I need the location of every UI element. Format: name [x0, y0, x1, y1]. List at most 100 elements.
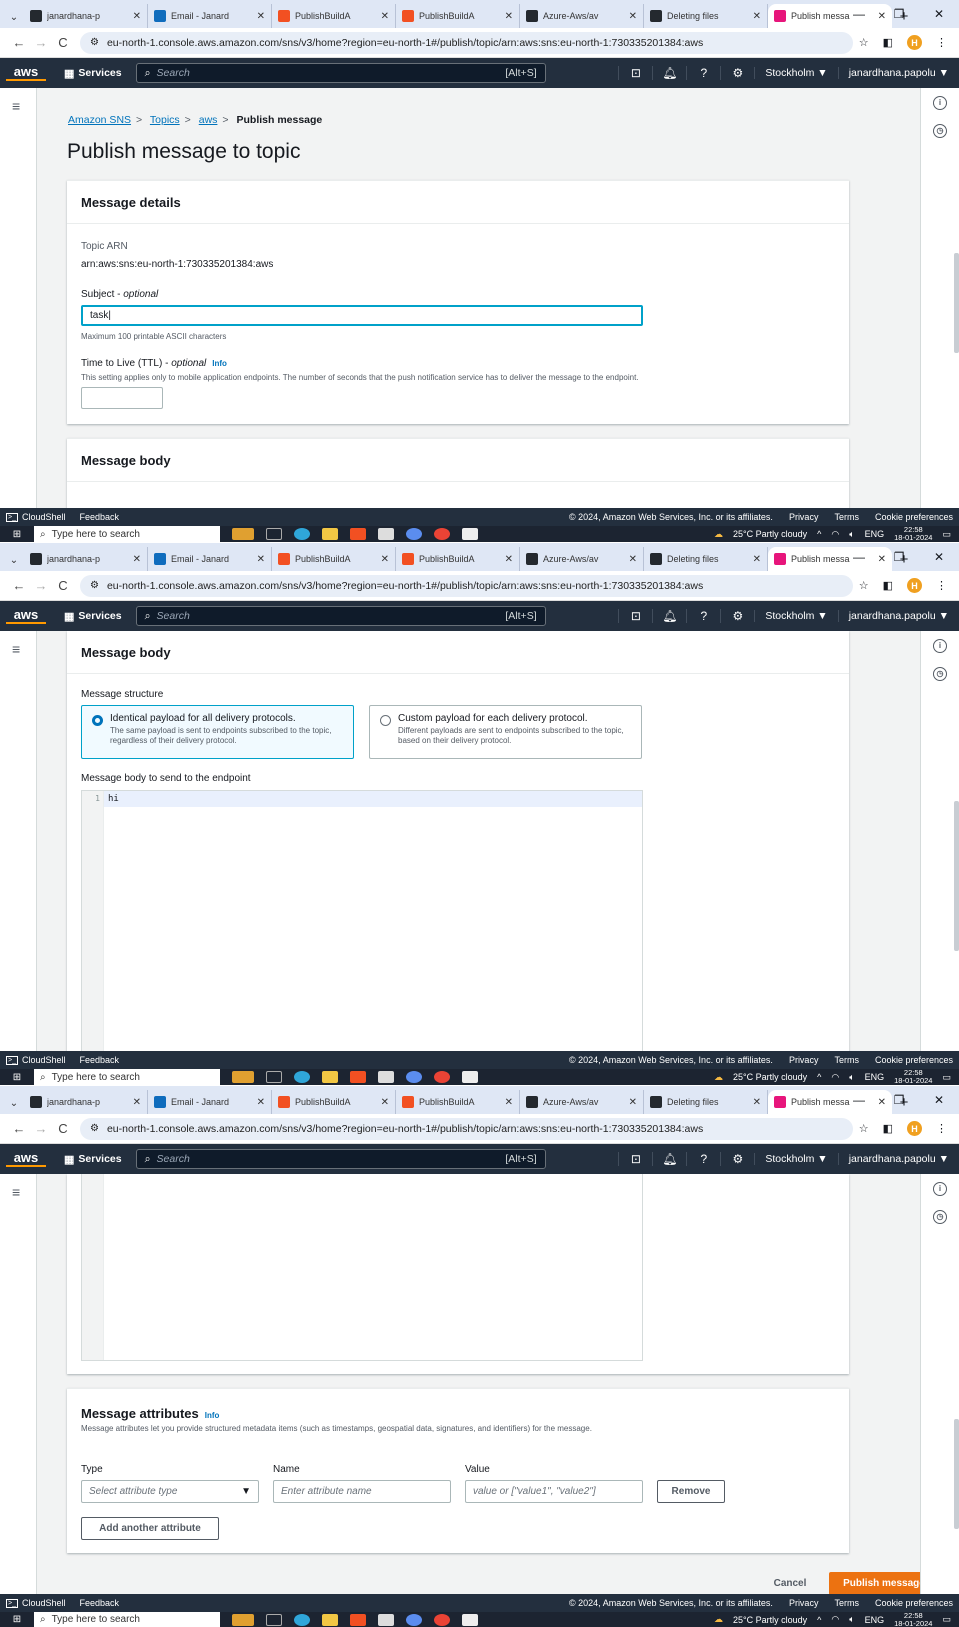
clock[interactable]: 22:58 18-01-2024	[894, 526, 932, 542]
cloudshell-icon[interactable]: ⊡	[618, 1152, 652, 1166]
bookmark-star-icon[interactable]: ☆	[859, 1122, 869, 1135]
hamburger-menu-icon[interactable]: ≡	[12, 1184, 20, 1200]
side-panel-icon[interactable]: ◧	[883, 1122, 893, 1135]
close-tab-icon[interactable]: ✕	[629, 11, 637, 22]
store-icon[interactable]	[350, 528, 366, 540]
minimize-icon[interactable]: —	[839, 0, 879, 28]
minimize-icon[interactable]: —	[839, 543, 879, 571]
network-icon[interactable]: ◠	[831, 529, 839, 540]
windows-start-icon[interactable]: ⊞	[0, 1072, 34, 1083]
info-panel-icon[interactable]: i	[933, 639, 947, 653]
file-explorer-icon[interactable]	[322, 1071, 338, 1083]
browser-tab[interactable]: PublishBuildA ✕	[272, 1090, 396, 1114]
chrome-icon[interactable]	[434, 528, 450, 540]
privacy-link[interactable]: Privacy	[789, 1055, 819, 1065]
store-icon[interactable]	[350, 1071, 366, 1083]
weather-icon[interactable]: ☁	[714, 1072, 723, 1083]
hamburger-menu-icon[interactable]: ≡	[12, 98, 20, 114]
scrollbar-thumb[interactable]	[954, 253, 959, 353]
close-window-icon[interactable]: ✕	[919, 0, 959, 28]
notification-center-icon[interactable]: ▭	[942, 1072, 951, 1083]
services-menu[interactable]: ▦ Services	[56, 610, 130, 623]
attribute-type-select[interactable]: Select attribute type ▼	[81, 1480, 259, 1503]
settings-gear-icon[interactable]: ⚙	[720, 1152, 754, 1166]
minimize-icon[interactable]: —	[839, 1086, 879, 1114]
close-tab-icon[interactable]: ✕	[133, 1097, 141, 1108]
site-info-icon[interactable]: ⚙	[90, 1123, 99, 1134]
services-menu[interactable]: ▦ Services	[56, 1153, 130, 1166]
privacy-link[interactable]: Privacy	[789, 1598, 819, 1608]
clock[interactable]: 22:58 18-01-2024	[894, 1069, 932, 1085]
profile-avatar[interactable]: H	[907, 578, 922, 593]
edge-icon[interactable]	[294, 528, 310, 540]
breadcrumb-topics[interactable]: Topics	[150, 114, 180, 126]
tutorial-icon[interactable]: ◷	[933, 1210, 947, 1224]
task-view-icon[interactable]	[266, 1613, 282, 1626]
close-tab-icon[interactable]: ✕	[505, 554, 513, 565]
help-icon[interactable]: ?	[686, 66, 720, 80]
region-selector[interactable]: Stockholm ▼	[754, 1153, 837, 1165]
clock[interactable]: 22:58 18-01-2024	[894, 1611, 932, 1627]
notifications-icon[interactable]: 🔔︎	[652, 609, 686, 623]
custom-payload-option[interactable]: Custom payload for each delivery protoco…	[369, 705, 642, 759]
close-tab-icon[interactable]: ✕	[133, 554, 141, 565]
close-window-icon[interactable]: ✕	[919, 543, 959, 571]
info-panel-icon[interactable]: i	[933, 1182, 947, 1196]
tutorial-icon[interactable]: ◷	[933, 667, 947, 681]
back-icon[interactable]: ←	[8, 578, 30, 593]
browser-tab[interactable]: PublishBuildA ✕	[272, 547, 396, 571]
briefcase-app-icon[interactable]	[232, 1613, 254, 1626]
browser-tab[interactable]: Deleting files ✕	[644, 4, 768, 28]
browser-tab[interactable]: Azure-Aws/av ✕	[520, 4, 644, 28]
volume-icon[interactable]: 🔈︎	[849, 529, 854, 540]
editor-code[interactable]: hi	[108, 794, 119, 804]
subject-input[interactable]: task |	[81, 305, 643, 326]
region-selector[interactable]: Stockholm ▼	[754, 610, 837, 622]
tab-search-icon[interactable]: ⌄	[4, 6, 24, 28]
browser-tab[interactable]: Azure-Aws/av ✕	[520, 1090, 644, 1114]
cloudshell-icon[interactable]: ⊡	[618, 609, 652, 623]
restore-icon[interactable]: ❐	[879, 1086, 919, 1114]
region-selector[interactable]: Stockholm ▼	[754, 67, 837, 79]
taskbar-search[interactable]: ⌕ Type here to search	[34, 526, 220, 542]
forward-icon[interactable]: →	[30, 35, 52, 50]
ttl-input[interactable]	[81, 387, 163, 409]
cloudshell-link[interactable]: >_ CloudShell	[6, 1598, 66, 1608]
browser-menu-icon[interactable]: ⋮	[936, 1122, 947, 1135]
language-indicator[interactable]: ENG	[865, 1072, 885, 1082]
remove-attribute-button[interactable]: Remove	[657, 1480, 725, 1503]
language-indicator[interactable]: ENG	[865, 529, 885, 539]
file-explorer-icon[interactable]	[322, 528, 338, 540]
close-tab-icon[interactable]: ✕	[257, 1097, 265, 1108]
attributes-info-link[interactable]: Info	[205, 1411, 220, 1420]
bookmark-star-icon[interactable]: ☆	[859, 579, 869, 592]
network-icon[interactable]: ◠	[831, 1614, 839, 1625]
weather-icon[interactable]: ☁	[714, 529, 723, 540]
notification-center-icon[interactable]: ▭	[942, 1614, 951, 1625]
browser-tab[interactable]: PublishBuildA ✕	[272, 4, 396, 28]
feedback-link[interactable]: Feedback	[80, 1598, 120, 1608]
feedback-link[interactable]: Feedback	[80, 1055, 120, 1065]
scrollbar-thumb[interactable]	[954, 801, 959, 951]
tray-chevron-icon[interactable]: ^	[817, 1615, 821, 1625]
url-field[interactable]: ⚙ eu-north-1.console.aws.amazon.com/sns/…	[80, 31, 853, 54]
hamburger-menu-icon[interactable]: ≡	[12, 641, 20, 657]
file-explorer-icon[interactable]	[322, 1613, 338, 1626]
browser-tab[interactable]: janardhana-p ✕	[24, 1090, 148, 1114]
chrome-icon[interactable]	[434, 1071, 450, 1083]
copilot-icon[interactable]	[406, 528, 422, 540]
store-icon[interactable]	[350, 1613, 366, 1626]
reload-icon[interactable]: C	[52, 578, 74, 593]
account-menu[interactable]: janardhana.papolu ▼	[837, 1153, 959, 1165]
network-icon[interactable]: ◠	[831, 1072, 839, 1083]
taskbar-search[interactable]: ⌕ Type here to search	[34, 1069, 220, 1085]
mail-icon[interactable]	[378, 1071, 394, 1083]
edge-icon[interactable]	[294, 1613, 310, 1626]
cookie-preferences-link[interactable]: Cookie preferences	[875, 512, 953, 522]
url-field[interactable]: ⚙ eu-north-1.console.aws.amazon.com/sns/…	[80, 574, 853, 597]
browser-tab[interactable]: PublishBuildA ✕	[396, 4, 520, 28]
browser-tab[interactable]: Deleting files ✕	[644, 547, 768, 571]
weather-text[interactable]: 25°C Partly cloudy	[733, 1072, 807, 1082]
weather-text[interactable]: 25°C Partly cloudy	[733, 1615, 807, 1625]
help-icon[interactable]: ?	[686, 1152, 720, 1166]
